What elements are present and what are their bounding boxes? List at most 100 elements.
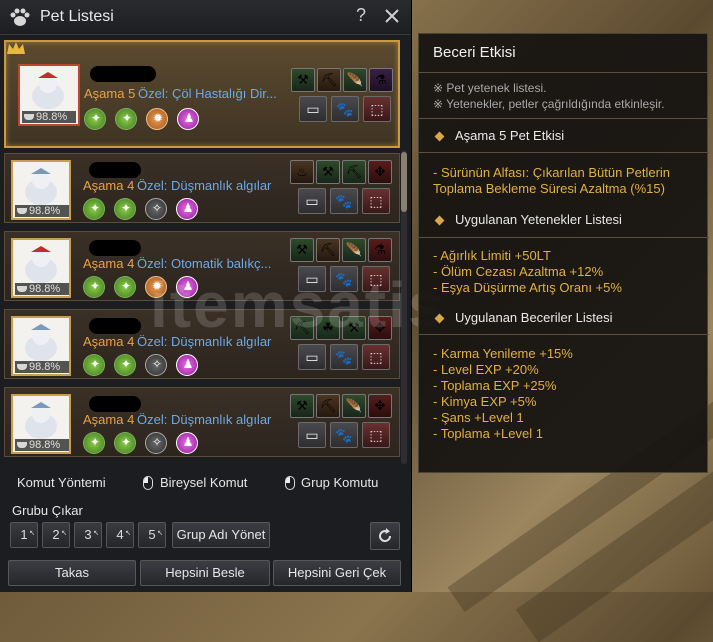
pet-list[interactable]: 98.8% Aşama 5 Özel: Çöl Hastalığı Dir... ✦ ✦…: [2, 40, 400, 466]
help-button[interactable]: ?: [356, 5, 366, 26]
title-bar[interactable]: Pet Listesi ?: [0, 0, 411, 35]
pet-storage-button[interactable]: ⬚: [362, 188, 390, 214]
individual-command-option[interactable]: Bireysel Komut: [160, 475, 247, 490]
pet-storage-button[interactable]: ⬚: [362, 422, 390, 448]
pet-talent-icon[interactable]: 🪶: [342, 238, 366, 262]
command-method-row: Komut Yöntemi Bireysel Komut Grup Komutu: [0, 472, 411, 496]
pet-special-ability: Özel: Çöl Hastalığı Dir...: [138, 86, 277, 101]
pet-talent-icon[interactable]: ⚒: [290, 394, 314, 418]
pet-portrait[interactable]: 98.8%: [11, 238, 71, 298]
group-2-label: 2: [52, 527, 60, 542]
window-title: Pet Listesi: [40, 8, 114, 25]
refresh-button[interactable]: [370, 522, 400, 550]
pet-skill-green-icon[interactable]: ✦: [114, 198, 136, 220]
group-4-button[interactable]: 4 ↖: [106, 522, 134, 548]
pet-talent-icon[interactable]: ⚒: [291, 68, 315, 92]
pet-talent-icon[interactable]: ♨: [290, 160, 314, 184]
pet-talent-icon[interactable]: ✥: [368, 160, 392, 184]
pet-skill-green-icon[interactable]: ✦: [114, 276, 136, 298]
applied-talents-heading-text: Uygulanan Yetenekler Listesi: [455, 212, 622, 227]
pet-storage-button[interactable]: ⬚: [362, 344, 390, 370]
pet-skill-green-icon[interactable]: ✦: [83, 432, 105, 454]
pet-stage: Aşama 5: [84, 86, 135, 101]
group-5-button[interactable]: 5 ↖: [138, 522, 166, 548]
pet-stage: Aşama 4: [83, 334, 134, 349]
pet-portrait[interactable]: 98.8%: [18, 64, 80, 126]
pet-card[interactable]: 98.8% Aşama 4 Özel: Düşmanlık algılar ✦ ✦ ✧ ♟ ⚒…: [4, 387, 400, 457]
pet-skill-gray-icon[interactable]: ✧: [145, 198, 167, 220]
pet-skill-purple-icon[interactable]: ♟: [176, 432, 198, 454]
pet-talent-icon[interactable]: ⚗: [368, 238, 392, 262]
bowl-icon: [17, 442, 27, 448]
divider: [419, 152, 709, 153]
pet-card[interactable]: 98.8% Aşama 4 Özel: Düşmanlık algılar ✦ ✦ ✧ ♟ ♨…: [4, 153, 400, 223]
group-1-button[interactable]: 1 ↖: [10, 522, 38, 548]
pet-skill-purple-icon[interactable]: ♟: [176, 198, 198, 220]
skill-effect-tooltip: Beceri Etkisi ※ Pet yetenek listesi. ※ Y…: [418, 33, 709, 473]
feed-pet-button[interactable]: ▭: [298, 422, 326, 448]
pet-card[interactable]: 98.8% Aşama 5 Özel: Çöl Hastalığı Dir... ✦ ✦…: [4, 40, 400, 148]
pet-talent-icon[interactable]: ⛏: [342, 160, 366, 184]
redacted-pet-name: [89, 396, 141, 412]
pet-talent-icon[interactable]: ⚒: [316, 160, 340, 184]
group-3-button[interactable]: 3 ↖: [74, 522, 102, 548]
pet-hunger-value: 98.8%: [29, 205, 61, 217]
group-2-button[interactable]: 2 ↖: [42, 522, 70, 548]
pet-talent-icon[interactable]: ✥: [368, 394, 392, 418]
group-5-label: 5: [148, 527, 156, 542]
feed-all-button[interactable]: Hepsini Besle: [140, 560, 270, 586]
pet-hunger-strip: 98.8%: [15, 439, 69, 451]
applied-skill-item: - Karma Yenileme +15%: [433, 346, 573, 361]
pet-talent-icon[interactable]: 🪶: [342, 394, 366, 418]
pet-stage-number: 5: [128, 86, 136, 101]
pet-portrait[interactable]: 98.8%: [11, 316, 71, 376]
swap-button[interactable]: Takas: [8, 560, 136, 586]
pet-skill-gray-icon[interactable]: ✧: [145, 432, 167, 454]
pet-paw-button[interactable]: 🐾: [331, 96, 359, 122]
close-icon[interactable]: [384, 8, 400, 24]
scrollbar-thumb[interactable]: [401, 152, 407, 212]
pet-talent-icon[interactable]: ⛏: [316, 394, 340, 418]
applied-skills-list: - Karma Yenileme +15% - Level EXP +20% -…: [433, 346, 701, 442]
pet-portrait[interactable]: 98.8%: [11, 160, 71, 220]
pet-talent-icon[interactable]: ⛏: [316, 238, 340, 262]
applied-skill-item: - Kimya EXP +5%: [433, 394, 537, 409]
feed-pet-button[interactable]: ▭: [298, 188, 326, 214]
pet-skill-green-icon[interactable]: ✦: [114, 432, 136, 454]
pet-skill-green-icon[interactable]: ✦: [115, 108, 137, 130]
pet-talent-icon[interactable]: ⚗: [369, 68, 393, 92]
pet-talent-icon[interactable]: ⚒: [290, 238, 314, 262]
pet-stage-number: 4: [127, 334, 135, 349]
recall-all-button[interactable]: Hepsini Geri Çek: [273, 560, 401, 586]
pet-talent-icon[interactable]: ⛏: [317, 68, 341, 92]
pet-hunger-value: 98.8%: [36, 111, 68, 123]
pet-talent-icon[interactable]: 🪶: [343, 68, 367, 92]
divider: [419, 72, 709, 73]
pet-skill-green-icon[interactable]: ✦: [83, 354, 105, 376]
pet-skill-gray-icon[interactable]: ✧: [145, 354, 167, 376]
manage-group-name-button[interactable]: Grup Adı Yönet: [172, 522, 270, 548]
pet-storage-button[interactable]: ⬚: [363, 96, 391, 122]
pet-skill-purple-icon[interactable]: ♟: [177, 108, 199, 130]
pet-skill-purple-icon[interactable]: ♟: [176, 354, 198, 376]
pet-paw-button[interactable]: 🐾: [330, 344, 358, 370]
pet-skill-green-icon[interactable]: ✦: [84, 108, 106, 130]
applied-skills-heading: Uygulanan Beceriler Listesi: [433, 310, 613, 325]
divider: [419, 334, 709, 335]
pet-skill-green-icon[interactable]: ✦: [83, 198, 105, 220]
pet-image: [25, 246, 57, 283]
pet-image: [25, 402, 57, 439]
group-command-option[interactable]: Grup Komutu: [301, 475, 378, 490]
pet-skill-green-icon[interactable]: ✦: [83, 276, 105, 298]
pet-portrait[interactable]: 98.8%: [11, 394, 71, 454]
feed-pet-button[interactable]: ▭: [299, 96, 327, 122]
tooltip-note-1: ※ Pet yetenek listesi.: [433, 81, 547, 95]
pet-paw-button[interactable]: 🐾: [330, 188, 358, 214]
redacted-pet-name: [89, 318, 141, 334]
pet-skill-green-icon[interactable]: ✦: [114, 354, 136, 376]
pet-stage-label: Aşama: [83, 256, 124, 271]
redacted-pet-name: [89, 240, 141, 256]
pet-skill-orange-icon[interactable]: ✹: [146, 108, 168, 130]
pet-paw-button[interactable]: 🐾: [330, 422, 358, 448]
feed-pet-button[interactable]: ▭: [298, 344, 326, 370]
